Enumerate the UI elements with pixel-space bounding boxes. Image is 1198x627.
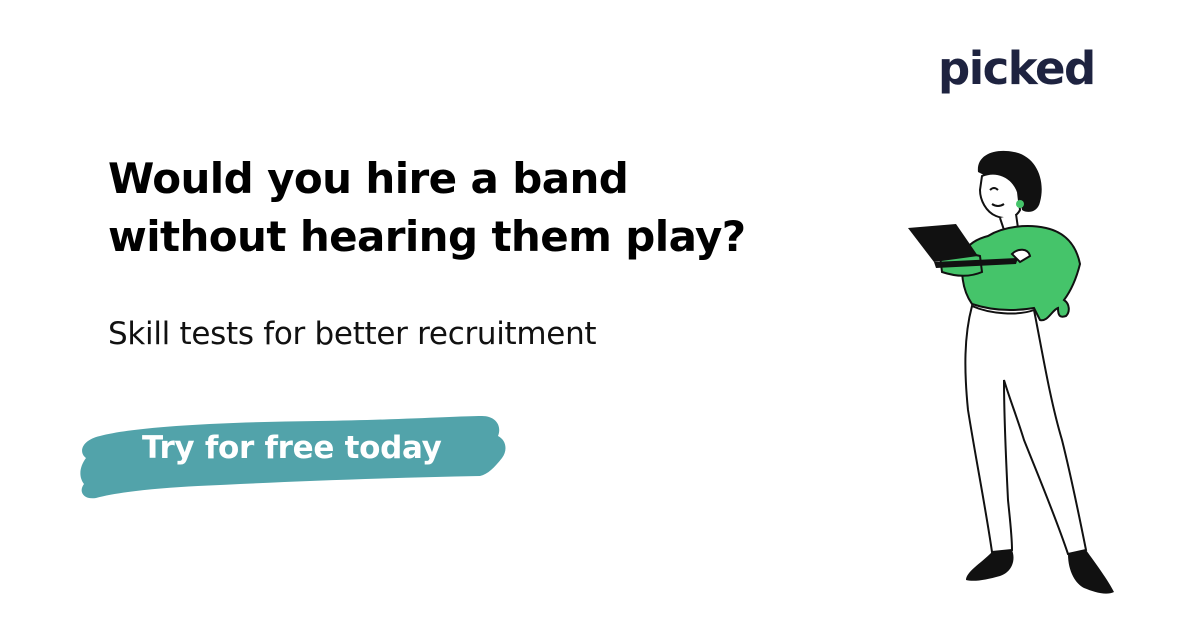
headline: Would you hire a band without hearing th… [108,150,828,266]
try-for-free-button[interactable]: Try for free today [78,412,508,502]
try-for-free-label: Try for free today [142,430,442,466]
ad-banner: picked Would you hire a band without hea… [0,0,1198,627]
headline-line-2: without hearing them play? [108,212,746,261]
picked-logo[interactable]: picked [938,46,1096,91]
subheadline: Skill tests for better recruitment [108,316,597,352]
headline-line-1: Would you hire a band [108,154,629,203]
woman-with-laptop-illustration [908,150,1114,594]
